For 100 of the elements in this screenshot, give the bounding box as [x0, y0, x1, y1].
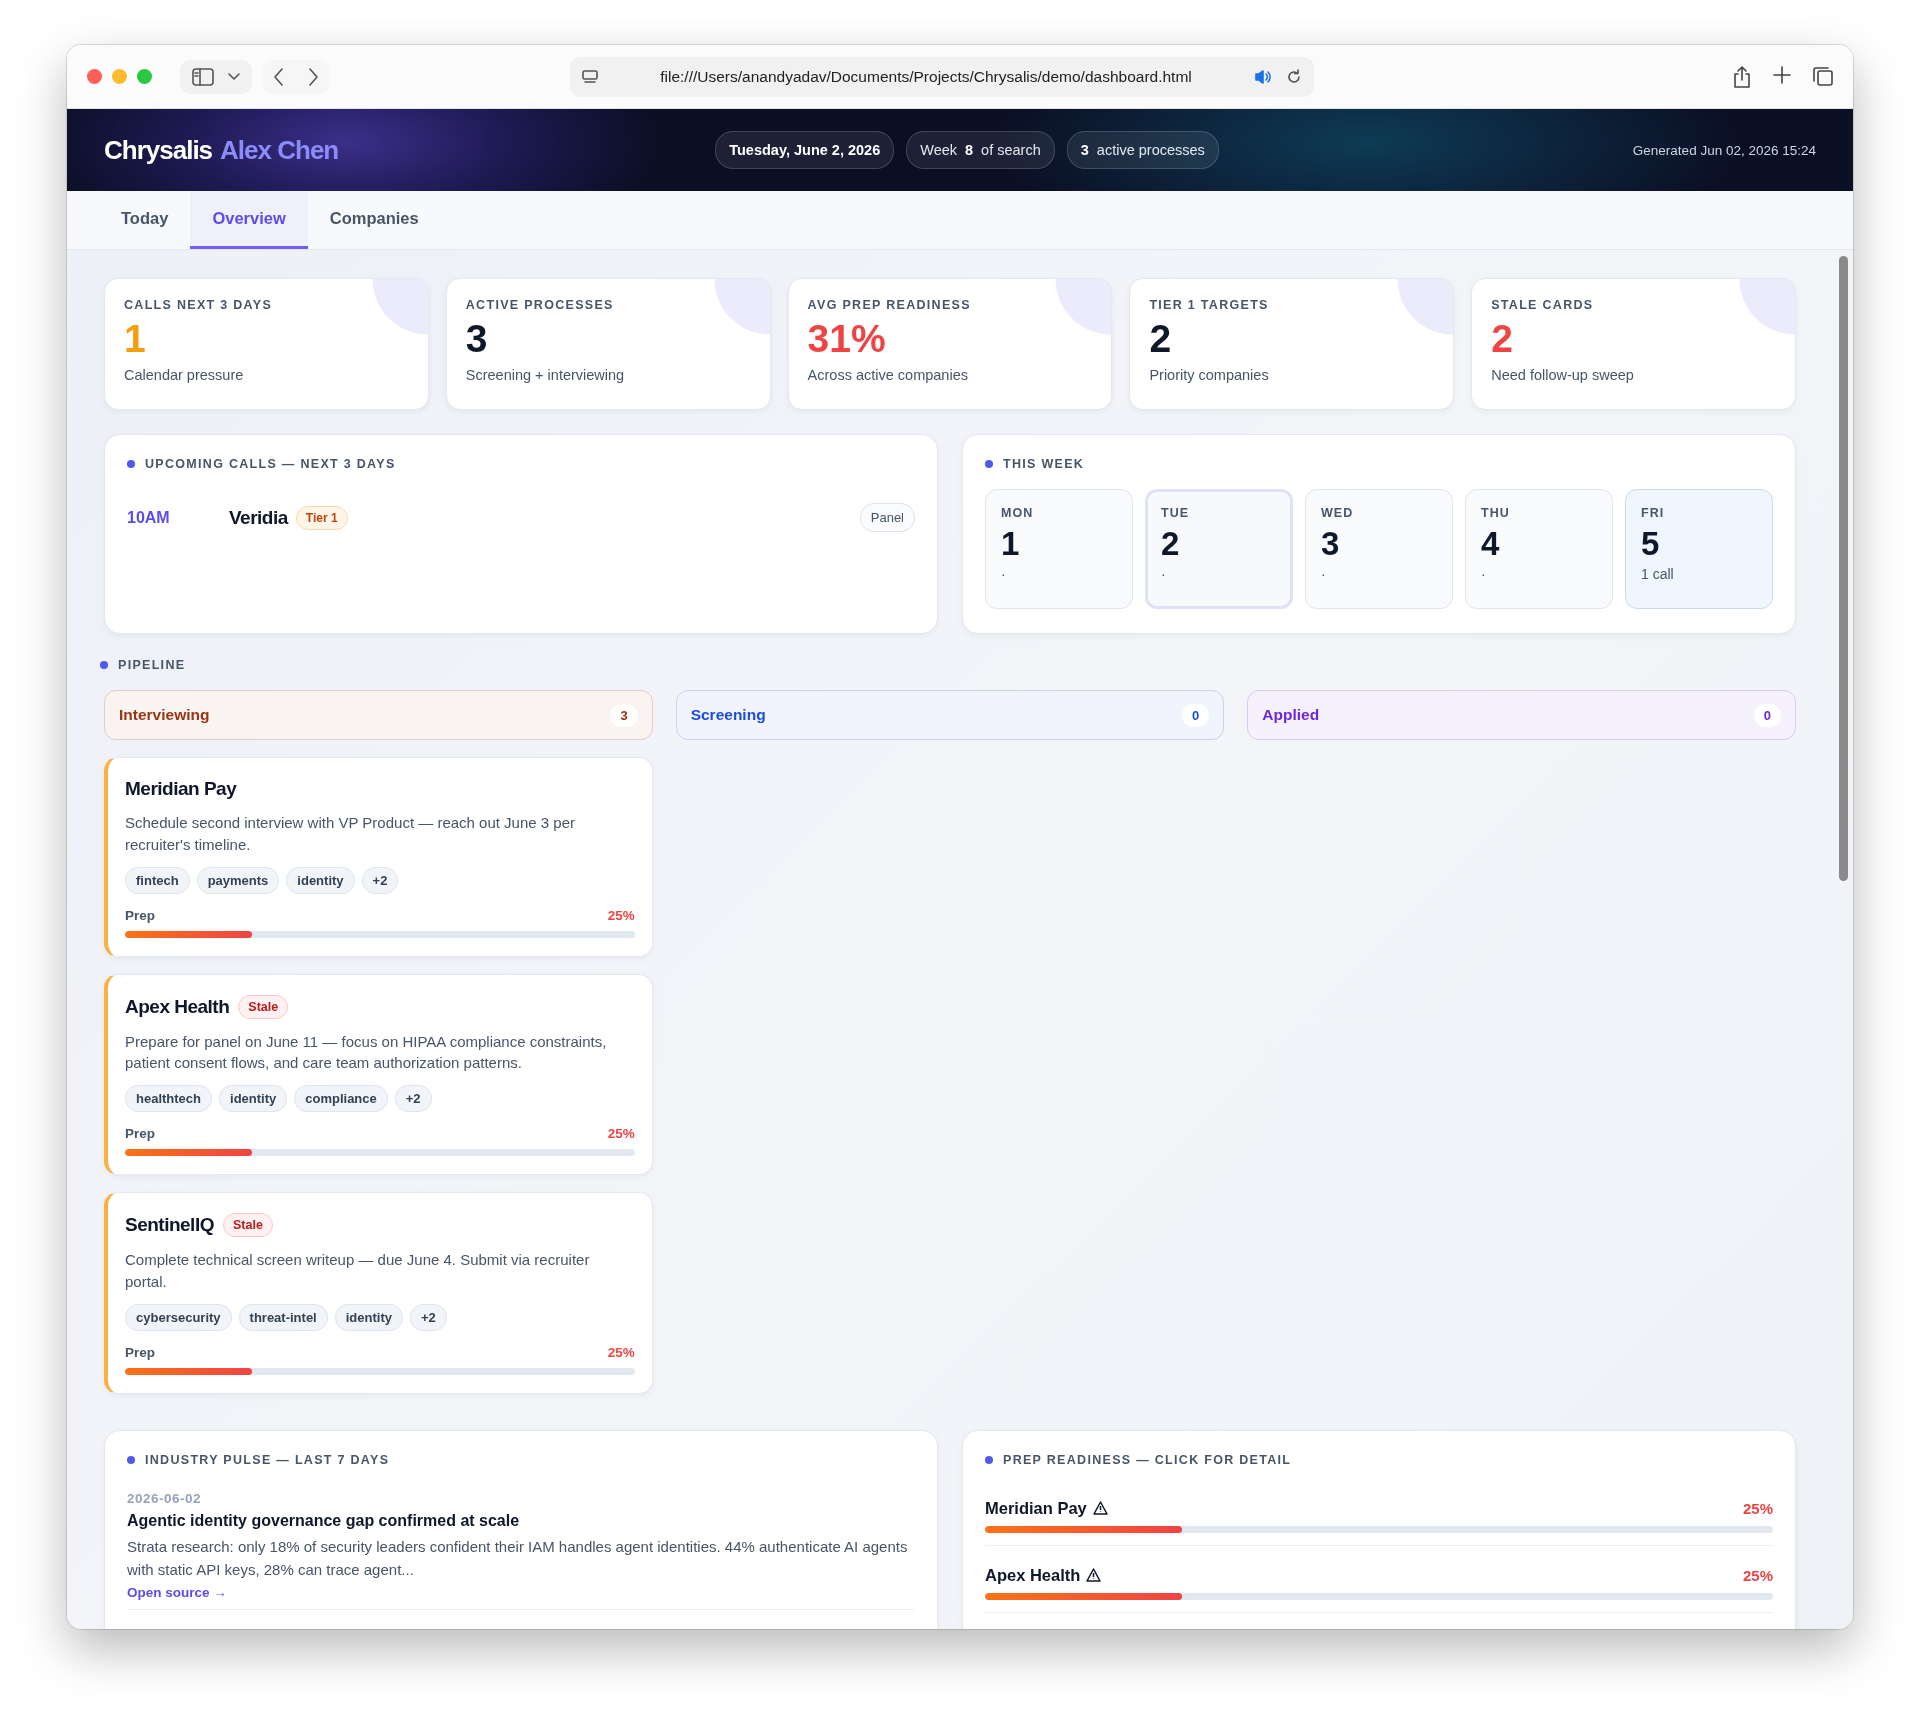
sidebar-icon[interactable]	[192, 67, 214, 86]
url-text: file:///Users/anandyadav/Documents/Projects/Chrysalis/demo/dashboard.html	[659, 67, 1193, 86]
column-count: 0	[1753, 703, 1781, 727]
day-note: ·	[1001, 566, 1007, 583]
tag-chip: +2	[394, 1085, 432, 1112]
readiness-value: 25%	[1742, 1499, 1773, 1517]
column-title: Applied	[1262, 706, 1320, 724]
speaker-icon[interactable]	[1254, 68, 1272, 85]
day-card[interactable]: TUE 2 ·	[1145, 489, 1293, 609]
prep-label: Prep	[125, 1126, 155, 1141]
processes-label: active processes	[1096, 142, 1205, 158]
stat-value: 1	[124, 318, 147, 361]
stat-caption: Screening + interviewing	[465, 366, 626, 383]
day-note: 1 call	[1641, 566, 1675, 583]
tag-chip: fintech	[125, 866, 190, 894]
date-pill: Tuesday, June 2, 2026	[715, 131, 895, 169]
section-dot-icon	[985, 1455, 993, 1464]
stat-value: 3	[465, 318, 489, 361]
day-card[interactable]: WED 3 ·	[1305, 489, 1453, 609]
tag-chip: identity	[219, 1085, 288, 1112]
week-number: 8	[965, 142, 974, 158]
day-name: MON	[1001, 506, 1035, 520]
news-headline: Agentic identity governance gap confirmed at scale	[127, 1511, 521, 1530]
company-card[interactable]: SentinelIQ Stale Complete technical screen writeup — due June 4. Submit via recruiter portal. cybersecurity threat-intel identity +2 Prep 25%	[104, 1192, 653, 1394]
day-card[interactable]: FRI 5 1 call	[1625, 489, 1773, 609]
reload-icon[interactable]	[1286, 68, 1302, 85]
tag-chip: identity	[286, 866, 355, 894]
stat-value: 2	[1149, 318, 1173, 361]
prep-value: 25%	[607, 907, 635, 923]
chevron-down-icon[interactable]	[228, 72, 240, 81]
tag-chip: identity	[334, 1303, 403, 1331]
company-name: Veridia	[229, 506, 288, 529]
stat-value: 31%	[807, 318, 887, 361]
generated-timestamp: Generated Jun 02, 2026 15:24	[1632, 142, 1816, 158]
column-count: 0	[1182, 703, 1210, 727]
section-dot-icon	[100, 661, 108, 669]
stale-badge: Stale	[222, 1213, 273, 1237]
close-button[interactable]	[87, 69, 102, 84]
processes-count: 3	[1080, 142, 1089, 158]
stat-label: TIER 1 TARGETS	[1149, 298, 1270, 312]
prep-value: 25%	[607, 1126, 635, 1141]
share-icon[interactable]	[1733, 65, 1751, 88]
chevron-right-icon[interactable]	[308, 67, 318, 86]
call-time: 10AM	[127, 508, 171, 527]
section-title: PIPELINE	[118, 658, 186, 672]
stat-caption: Need follow-up sweep	[1491, 366, 1635, 383]
tag-chip: threat-intel	[238, 1303, 328, 1331]
tabs-icon[interactable]	[1813, 65, 1833, 86]
company-card[interactable]: Meridian Pay Schedule second interview with VP Product — reach out June 3 per recruiter's timeline. fintech payments identity +2 Prep 25%	[104, 757, 653, 957]
open-source-link[interactable]: Open source →	[127, 1585, 227, 1600]
company-name[interactable]: Apex Health	[985, 1565, 1081, 1585]
stale-badge: Stale	[238, 994, 289, 1019]
day-number: 2	[1161, 526, 1181, 563]
card-description: Complete technical screen writeup — due June 4. Submit via recruiter portal.	[125, 1250, 591, 1292]
call-type-badge: Panel	[859, 503, 915, 532]
day-number: 4	[1481, 526, 1501, 563]
user-name: Alex Chen	[220, 134, 339, 166]
day-name: WED	[1321, 506, 1355, 520]
tag-chip: compliance	[294, 1085, 388, 1112]
company-name[interactable]: Meridian Pay	[985, 1498, 1087, 1518]
day-number: 5	[1641, 526, 1661, 563]
week-label: Week	[920, 142, 958, 158]
stat-caption: Across active companies	[807, 366, 969, 383]
address-bar[interactable]: file:///Users/anandyadav/Documents/Projects/Chrysalis/demo/dashboard.html	[570, 56, 1314, 97]
nav-tab[interactable]: Today	[99, 191, 191, 249]
day-number: 3	[1321, 526, 1341, 563]
section-title: THIS WEEK	[1003, 457, 1085, 471]
day-note: ·	[1161, 566, 1167, 583]
card-description: Schedule second interview with VP Product — reach out June 3 per recruiter's timeline.	[125, 813, 576, 855]
company-name: Apex Health	[125, 995, 230, 1018]
nav-tab[interactable]: Overview	[190, 191, 308, 249]
chevron-left-icon[interactable]	[274, 67, 284, 86]
day-name: FRI	[1641, 506, 1666, 520]
day-number: 1	[1001, 526, 1021, 563]
day-name: THU	[1481, 506, 1511, 520]
plus-icon[interactable]	[1773, 65, 1791, 84]
stat-label: ACTIVE PROCESSES	[465, 298, 615, 312]
section-title: INDUSTRY PULSE — LAST 7 DAYS	[145, 1452, 390, 1467]
day-note: ·	[1321, 566, 1327, 583]
news-date: 2026-06-02	[127, 1490, 203, 1506]
nav-tab[interactable]: Companies	[307, 191, 441, 249]
news-summary: Strata research: only 18% of security leaders confident their IAM handles agent identities. 44% authenticate AI agents with static API keys, 28% can trace agent...	[127, 1536, 909, 1580]
section-dot-icon	[985, 460, 993, 468]
tag-chip: payments	[196, 866, 280, 894]
day-card[interactable]: THU 4 ·	[1465, 489, 1613, 609]
company-name: SentinelIQ	[125, 1214, 214, 1236]
column-title: Screening	[690, 706, 766, 724]
brand-name: Chrysalis	[104, 134, 213, 166]
scrollbar-thumb[interactable]	[1839, 256, 1848, 881]
prep-label: Prep	[125, 1344, 155, 1360]
day-card[interactable]: MON 1 ·	[985, 489, 1133, 609]
week-suffix: of search	[981, 142, 1041, 158]
tag-chip: cybersecurity	[125, 1303, 232, 1331]
stat-caption: Priority companies	[1149, 366, 1270, 383]
stat-label: AVG PREP READINESS	[807, 298, 972, 312]
company-card[interactable]: Apex Health Stale Prepare for panel on June 11 — focus on HIPAA compliance constraints, patient consent flows, and care team authorization patterns. healthtech identity compliance +2 Prep 25%	[104, 973, 653, 1175]
section-dot-icon	[127, 460, 135, 468]
tag-chip: +2	[409, 1303, 447, 1331]
day-note: ·	[1481, 566, 1487, 583]
stat-label: STALE CARDS	[1491, 298, 1595, 312]
